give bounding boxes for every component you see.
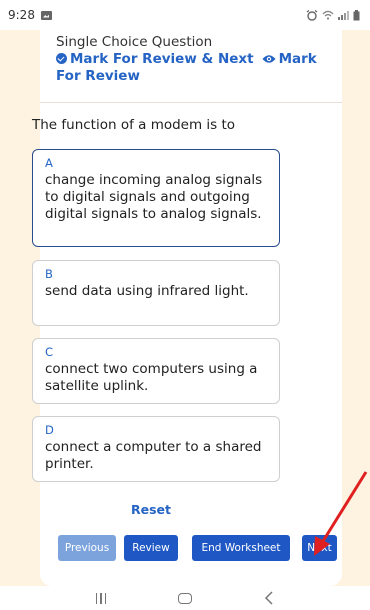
header-divider — [40, 102, 342, 103]
home-icon[interactable] — [178, 592, 193, 604]
mark-review-next-label: Mark For Review & Next — [70, 51, 254, 67]
option-text: send data using infrared light. — [45, 283, 249, 299]
mark-review-next-link[interactable]: Mark For Review & Next — [56, 51, 254, 67]
question-text: The function of a modem is to — [32, 117, 236, 133]
option-letter: C — [45, 345, 54, 359]
option-a[interactable]: A change incoming analog signals to digi… — [32, 149, 280, 247]
check-circle-icon — [56, 53, 67, 64]
option-b[interactable]: B send data using infrared light. — [32, 260, 280, 326]
reset-button[interactable]: Reset — [0, 502, 302, 517]
question-type-label: Single Choice Question — [56, 34, 213, 50]
status-time: 9:28 — [8, 8, 35, 22]
review-button[interactable]: Review — [124, 535, 178, 561]
status-bar: 9:28 — [0, 0, 370, 30]
end-worksheet-button[interactable]: End Worksheet — [192, 535, 290, 561]
option-letter: A — [45, 156, 53, 170]
question-header: Single Choice Question Mark For Review &… — [40, 30, 342, 85]
option-text: connect two computers using a satellite … — [45, 361, 258, 394]
navigation-bar — [0, 586, 370, 610]
option-letter: D — [45, 423, 54, 437]
alarm-icon — [306, 9, 318, 21]
option-c[interactable]: C connect two computers using a satellit… — [32, 338, 280, 404]
option-text: connect a computer to a shared printer. — [45, 439, 262, 472]
option-letter: B — [45, 267, 53, 281]
battery-icon — [353, 9, 360, 20]
back-icon[interactable] — [264, 591, 274, 605]
eye-icon — [262, 55, 276, 63]
signal-icon — [338, 11, 349, 20]
option-d[interactable]: D connect a computer to a shared printer… — [32, 416, 280, 482]
next-button[interactable]: Next — [302, 535, 337, 561]
status-left: 9:28 — [8, 8, 52, 22]
option-text: change incoming analog signals to digita… — [45, 172, 263, 222]
wifi-icon — [322, 10, 334, 20]
status-icons — [306, 9, 360, 21]
review-links: Mark For Review & Next Mark For Review — [56, 51, 326, 85]
image-icon — [40, 10, 52, 20]
recents-icon[interactable] — [95, 592, 107, 604]
previous-button[interactable]: Previous — [58, 535, 116, 561]
